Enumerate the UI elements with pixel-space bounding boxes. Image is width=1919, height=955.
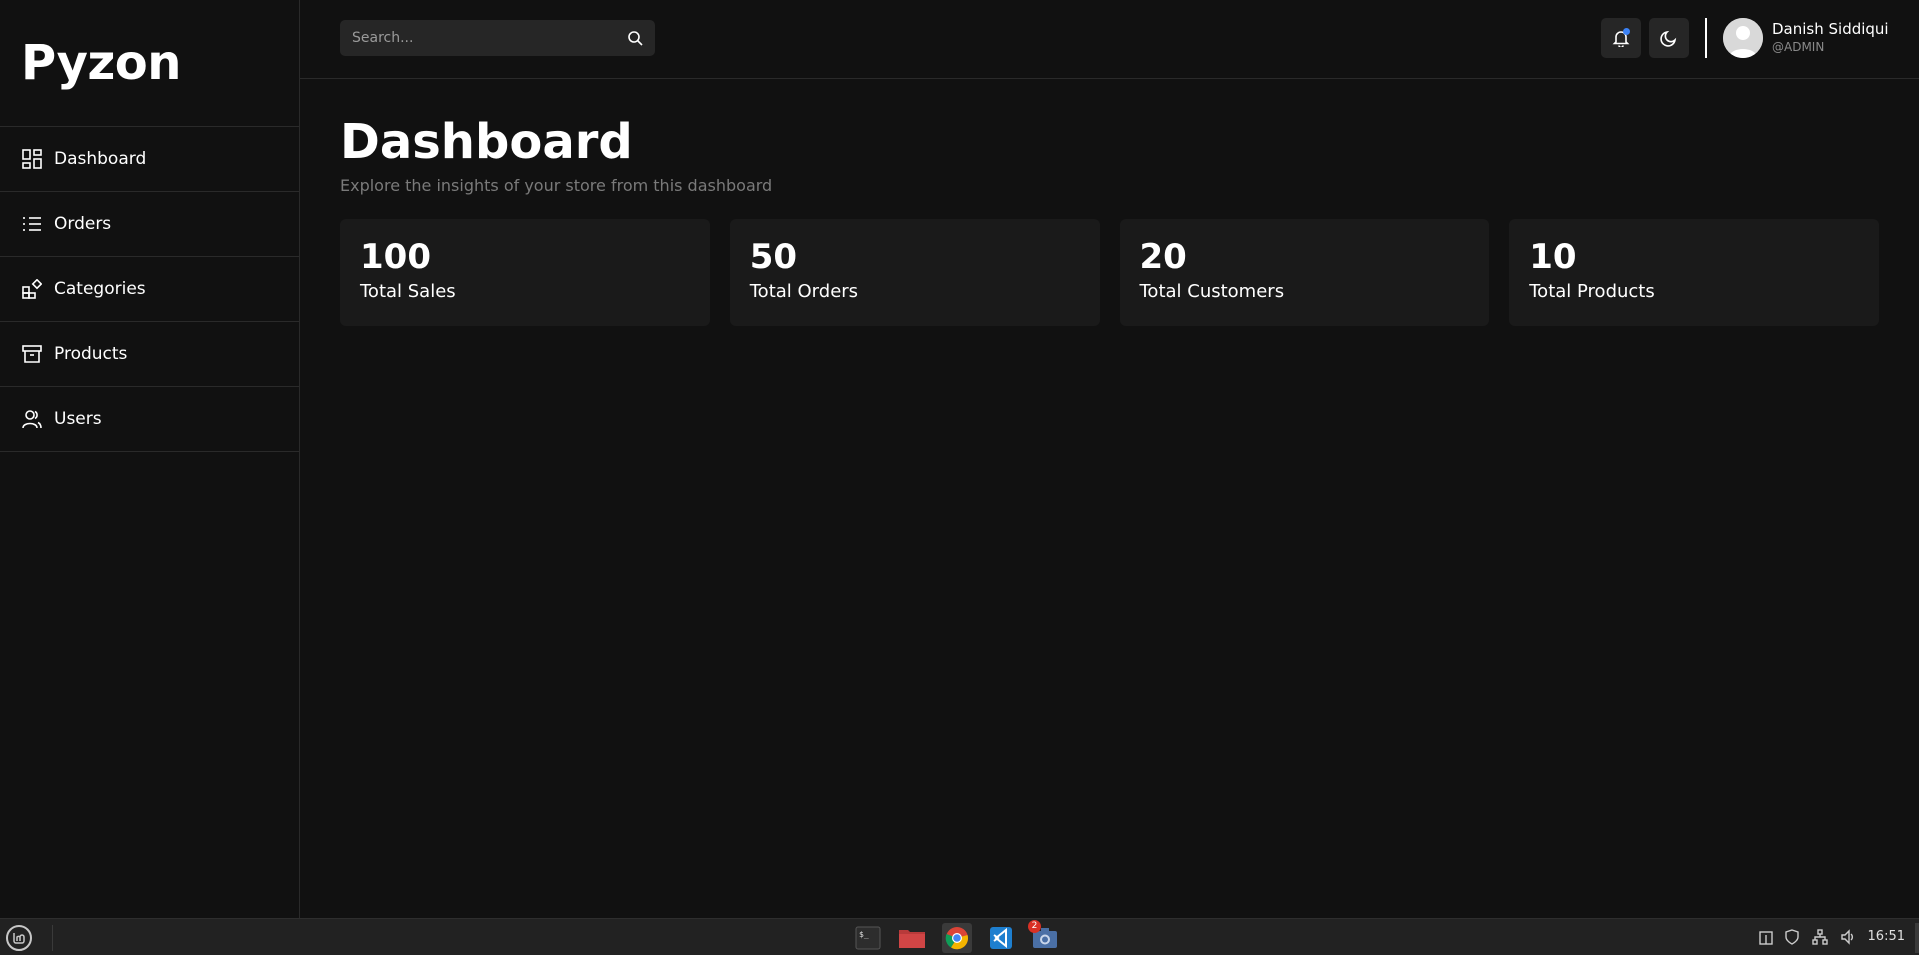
sidebar-item-label: Categories xyxy=(54,279,146,299)
sidebar-item-label: Orders xyxy=(54,214,112,234)
stat-label: Total Orders xyxy=(749,281,859,302)
clock[interactable]: 16:51 xyxy=(1868,929,1905,944)
stat-label: Total Customers xyxy=(1139,281,1285,302)
page-subtitle: Explore the insights of your store from … xyxy=(340,176,773,195)
files-icon[interactable] xyxy=(897,923,927,953)
sidebar-item-categories[interactable]: Categories xyxy=(0,257,299,322)
user-name[interactable]: Danish Siddiqui xyxy=(1772,20,1889,38)
stat-card-products[interactable]: 10 Total Products xyxy=(1509,219,1879,326)
sidebar: Pyzon Dashboard Orders Categories Produc… xyxy=(0,0,300,918)
stat-value: 10 xyxy=(1529,237,1577,277)
show-desktop-button[interactable] xyxy=(1915,923,1919,953)
stat-label: Total Products xyxy=(1529,281,1655,302)
search-input[interactable] xyxy=(340,20,627,56)
sidebar-item-orders[interactable]: Orders xyxy=(0,192,299,257)
screenshot-icon[interactable]: 2 xyxy=(1028,920,1060,953)
os-taskbar: $_ 2 16:51 xyxy=(0,918,1919,955)
page-title: Dashboard xyxy=(340,114,633,170)
sidebar-item-label: Dashboard xyxy=(54,149,147,169)
sidebar-item-users[interactable]: Users xyxy=(0,387,299,452)
dashboard-icon xyxy=(22,149,42,169)
users-icon xyxy=(22,409,42,429)
mint-menu-icon[interactable] xyxy=(6,925,32,951)
stat-value: 20 xyxy=(1139,237,1187,277)
user-role: @ADMIN xyxy=(1772,40,1825,54)
brand-logo-text[interactable]: Pyzon xyxy=(21,35,181,91)
chrome-icon[interactable] xyxy=(942,923,972,953)
categories-icon xyxy=(22,279,42,299)
stat-card-sales[interactable]: 100 Total Sales xyxy=(340,219,710,326)
brand[interactable]: Pyzon xyxy=(0,0,299,127)
archive-icon xyxy=(22,344,42,364)
list-icon xyxy=(22,214,42,234)
taskbar-separator xyxy=(52,925,53,951)
divider xyxy=(1705,18,1707,58)
stat-card-orders[interactable]: 50 Total Orders xyxy=(729,219,1100,326)
stat-value: 50 xyxy=(749,237,798,277)
notification-dot xyxy=(1623,28,1630,35)
search-icon[interactable] xyxy=(627,30,643,46)
avatar[interactable] xyxy=(1723,18,1763,58)
svg-text:$_: $_ xyxy=(859,930,869,939)
sidebar-item-label: Users xyxy=(54,409,102,429)
stats-row: 100 Total Sales 50 Total Orders 20 Total… xyxy=(340,219,1879,326)
network-icon[interactable] xyxy=(1812,929,1828,945)
moon-icon xyxy=(1660,29,1678,47)
theme-toggle-button[interactable] xyxy=(1649,18,1689,58)
stat-label: Total Sales xyxy=(360,281,456,302)
volume-icon[interactable] xyxy=(1840,929,1856,945)
shield-icon[interactable] xyxy=(1784,929,1800,945)
topbar: Danish Siddiqui @ADMIN xyxy=(300,0,1919,79)
search-box xyxy=(340,20,655,56)
stat-value: 100 xyxy=(360,237,431,277)
clipboard-icon[interactable] xyxy=(1758,929,1774,945)
sidebar-item-dashboard[interactable]: Dashboard xyxy=(0,127,299,192)
terminal-icon[interactable]: $_ xyxy=(853,923,883,953)
sidebar-item-label: Products xyxy=(54,344,128,364)
vscode-icon[interactable] xyxy=(986,923,1016,953)
stat-card-customers[interactable]: 20 Total Customers xyxy=(1119,219,1490,326)
notification-badge: 2 xyxy=(1028,920,1041,933)
sidebar-item-products[interactable]: Products xyxy=(0,322,299,387)
notifications-button[interactable] xyxy=(1601,18,1641,58)
